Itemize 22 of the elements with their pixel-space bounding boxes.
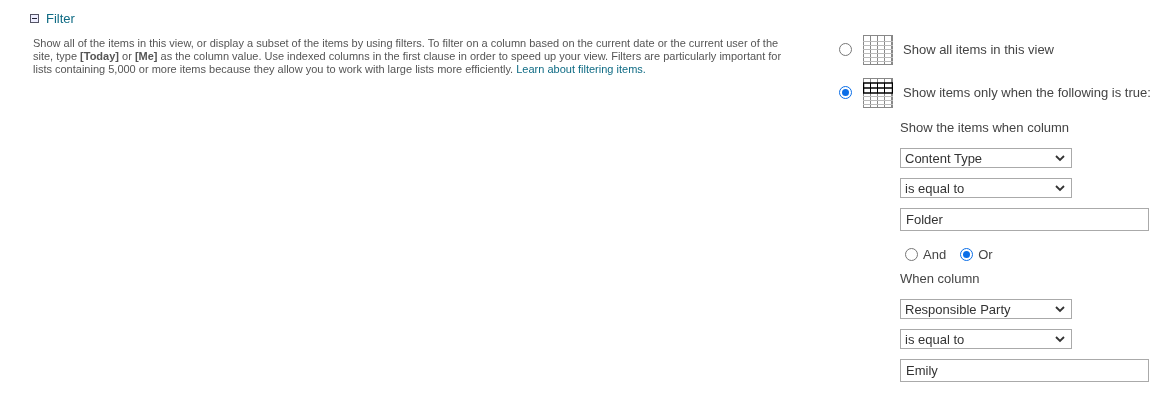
chevron-down-icon	[1055, 335, 1065, 343]
collapse-icon[interactable]	[30, 13, 39, 23]
chevron-down-icon	[1055, 184, 1065, 192]
value-field[interactable]: Folder	[900, 208, 1149, 231]
column-dropdown[interactable]: Content Type	[900, 148, 1072, 168]
option-label: Show items only when the following is true:	[903, 85, 1151, 100]
section-title: Filter	[46, 10, 75, 26]
help-link[interactable]: Learn about filtering items.	[516, 63, 646, 75]
chevron-down-icon	[1055, 305, 1065, 313]
section-description: Show all of the items in this view, or display a subset of the items by using filters. To filter on a column based on the current date or the current user of the site, type [Today] or [Me] as the column value. Use indexed columns in the first clause in order to speed up your view. Filters are particularly important for lists containing 5,000 or more items because they allow you to work with large lists more efficiently. Learn about filtering items.	[33, 37, 783, 76]
value-field[interactable]: Emily	[900, 359, 1149, 382]
filtered-table-icon	[863, 77, 893, 108]
chevron-down-icon	[1055, 154, 1065, 162]
join-option[interactable]: And	[905, 246, 947, 262]
option-label: Show all items in this view	[903, 42, 1054, 57]
join-option[interactable]: Or	[960, 246, 993, 262]
operator-dropdown[interactable]: is equal to	[900, 329, 1072, 349]
table-icon	[863, 34, 893, 65]
operator-dropdown[interactable]: is equal to	[900, 178, 1072, 198]
field-label: When column	[900, 271, 981, 288]
field-label: Show the items when column	[900, 120, 1071, 137]
column-dropdown[interactable]: Responsible Party	[900, 299, 1072, 319]
